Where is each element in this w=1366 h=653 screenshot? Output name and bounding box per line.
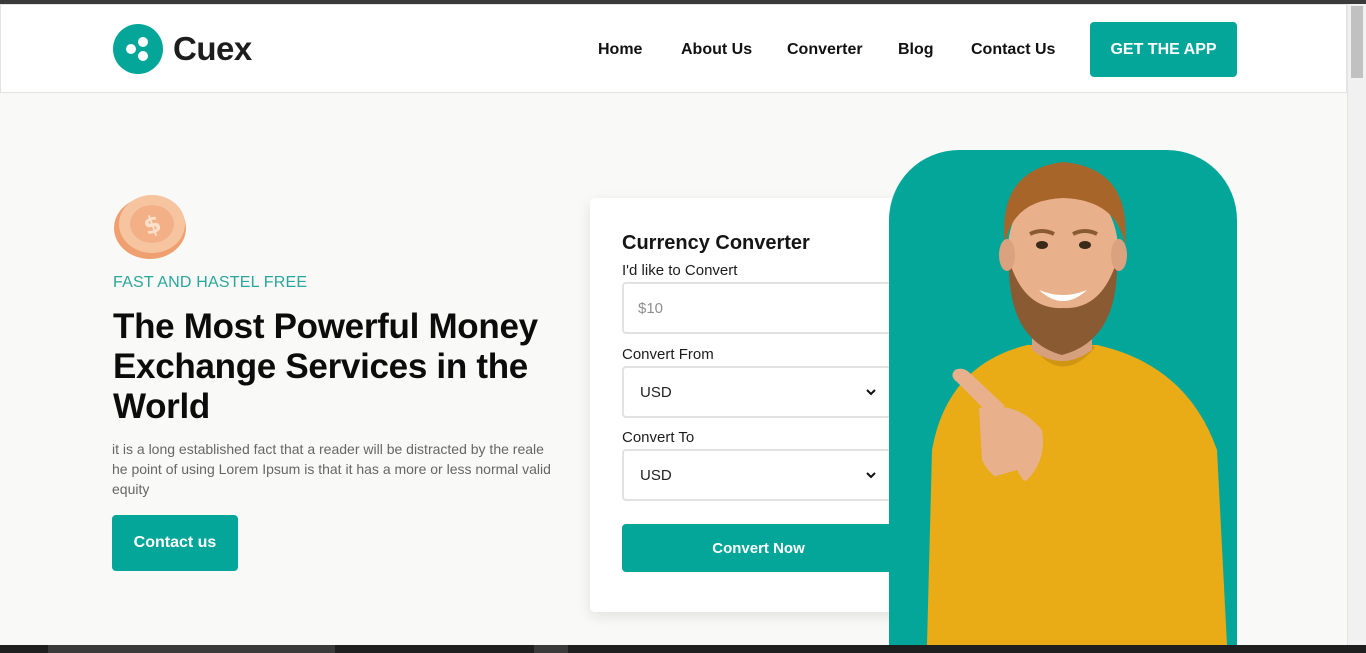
brand-logo[interactable]: Cuex [113,24,252,74]
site-header: Cuex Home About Us Converter Blog Contac… [0,4,1347,93]
convert-to-label: Convert To [622,429,695,446]
chevron-down-icon [866,472,876,479]
get-the-app-button[interactable]: GET THE APP [1090,22,1237,77]
hero-description: it is a long established fact that a rea… [112,441,551,497]
converter-title: Currency Converter [622,232,810,254]
brand-name: Cuex [173,30,252,67]
hero-person-image [887,150,1237,645]
nav-home[interactable]: Home [598,41,642,59]
nav-blog[interactable]: Blog [898,41,934,59]
amount-input[interactable] [622,282,895,334]
nav-contact-us[interactable]: Contact Us [971,41,1055,59]
currency-converter-card: Currency Converter I'd like to Convert C… [590,198,927,612]
nav-converter[interactable]: Converter [787,41,863,59]
convert-to-select[interactable]: USD [622,449,895,501]
convert-to-value: USD [640,466,672,484]
contact-us-button[interactable]: Contact us [112,515,238,571]
chevron-down-icon [866,389,876,396]
taskbar-item[interactable] [48,645,335,653]
scrollbar-thumb[interactable] [1351,6,1363,78]
dollar-coin-icon: $ [112,190,190,260]
ripple-logo-icon [113,24,163,74]
convert-now-button[interactable]: Convert Now [622,524,895,572]
hero-tagline: FAST AND HASTEL FREE [113,274,308,291]
taskbar-item[interactable] [534,645,568,653]
amount-label: I'd like to Convert [622,262,738,279]
convert-from-label: Convert From [622,346,714,363]
page-scrollbar[interactable] [1347,4,1366,645]
convert-from-select[interactable]: USD [622,366,895,418]
nav-about-us[interactable]: About Us [681,41,752,59]
convert-from-value: USD [640,383,672,401]
hero-headline: The Most Powerful Money Exchange Service… [113,307,538,426]
